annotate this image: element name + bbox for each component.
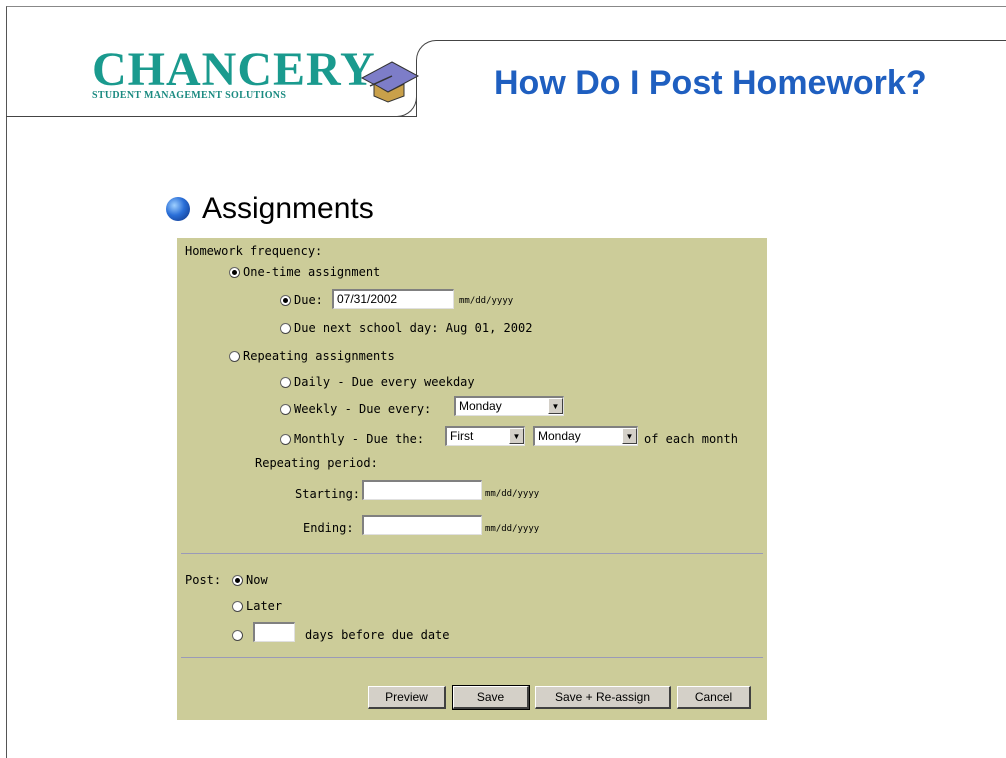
due-label: Due:: [294, 293, 323, 307]
monthly-suffix: of each month: [644, 432, 738, 446]
starting-label: Starting:: [295, 487, 361, 501]
due-next-label: Due next school day: Aug 01, 2002: [294, 321, 533, 335]
due-next-radio[interactable]: [280, 323, 291, 334]
one-time-option[interactable]: One-time assignment: [229, 265, 380, 279]
section-heading: Assignments: [166, 192, 374, 226]
weekly-day-select[interactable]: Monday ▼: [454, 396, 564, 416]
one-time-radio[interactable]: [229, 267, 240, 278]
due-date-hint: mm/dd/yyyy: [459, 296, 514, 306]
daily-option[interactable]: Daily - Due every weekday: [280, 375, 475, 389]
save-button[interactable]: Save: [452, 685, 530, 710]
one-time-label: One-time assignment: [243, 265, 381, 279]
starting-date-input[interactable]: [362, 480, 482, 500]
section-divider: [181, 657, 763, 658]
post-now-option[interactable]: Now: [232, 573, 268, 587]
monthly-option[interactable]: Monthly - Due the:: [280, 432, 424, 446]
due-next-option[interactable]: Due next school day: Aug 01, 2002: [280, 321, 532, 335]
monthly-radio[interactable]: [280, 434, 291, 445]
days-before-input[interactable]: [253, 622, 295, 642]
section-title: Assignments: [202, 192, 374, 225]
monthly-day-select[interactable]: Monday ▼: [533, 426, 638, 446]
ending-label: Ending:: [303, 521, 354, 535]
daily-radio[interactable]: [280, 377, 291, 388]
post-label: Post:: [185, 573, 222, 587]
repeating-radio[interactable]: [229, 351, 240, 362]
daily-label: Daily - Due every weekday: [294, 375, 475, 389]
bullet-icon: [166, 197, 190, 221]
monthly-label: Monthly - Due the:: [294, 432, 425, 446]
weekly-option[interactable]: Weekly - Due every:: [280, 402, 431, 416]
weekly-label: Weekly - Due every:: [294, 402, 432, 416]
homework-form: Homework frequency: One-time assignment …: [177, 238, 767, 720]
days-before-label: days before due date: [305, 628, 450, 642]
preview-button[interactable]: Preview: [368, 686, 446, 709]
page-title: How Do I Post Homework?: [494, 64, 927, 102]
ending-date-hint: mm/dd/yyyy: [485, 524, 540, 534]
post-now-label: Now: [246, 573, 268, 587]
header-divider-left: [6, 116, 416, 117]
logo-wordmark: CHANCERY: [92, 43, 376, 96]
chevron-down-icon[interactable]: ▼: [548, 398, 563, 414]
starting-date-hint: mm/dd/yyyy: [485, 489, 540, 499]
post-days-option[interactable]: [232, 628, 246, 642]
post-now-radio[interactable]: [232, 575, 243, 586]
save-reassign-button[interactable]: Save + Re-assign: [535, 686, 671, 709]
graduation-cap-icon: [360, 61, 420, 103]
post-days-radio[interactable]: [232, 630, 243, 641]
repeating-label: Repeating assignments: [243, 349, 395, 363]
due-option[interactable]: Due:: [280, 293, 323, 307]
repeating-option[interactable]: Repeating assignments: [229, 349, 395, 363]
monthly-ordinal-select[interactable]: First ▼: [445, 426, 525, 446]
frequency-label: Homework frequency:: [185, 244, 323, 258]
monthly-day-value: Monday: [538, 429, 581, 443]
post-later-option[interactable]: Later: [232, 599, 282, 613]
monthly-ordinal-value: First: [450, 429, 474, 443]
due-date-input[interactable]: 07/31/2002: [332, 289, 454, 309]
chevron-down-icon[interactable]: ▼: [509, 428, 524, 444]
weekly-radio[interactable]: [280, 404, 291, 415]
repeating-period-label: Repeating period:: [255, 456, 378, 470]
post-later-radio[interactable]: [232, 601, 243, 612]
header-divider-right: [436, 40, 1006, 41]
due-radio[interactable]: [280, 295, 291, 306]
post-later-label: Later: [246, 599, 283, 613]
cancel-button[interactable]: Cancel: [677, 686, 751, 709]
weekly-day-value: Monday: [459, 399, 502, 413]
chevron-down-icon[interactable]: ▼: [622, 428, 637, 444]
section-divider: [181, 553, 763, 554]
chancery-logo: CHANCERY STUDENT MANAGEMENT SOLUTIONS: [92, 43, 420, 103]
ending-date-input[interactable]: [362, 515, 482, 535]
header-curve: [416, 40, 477, 117]
